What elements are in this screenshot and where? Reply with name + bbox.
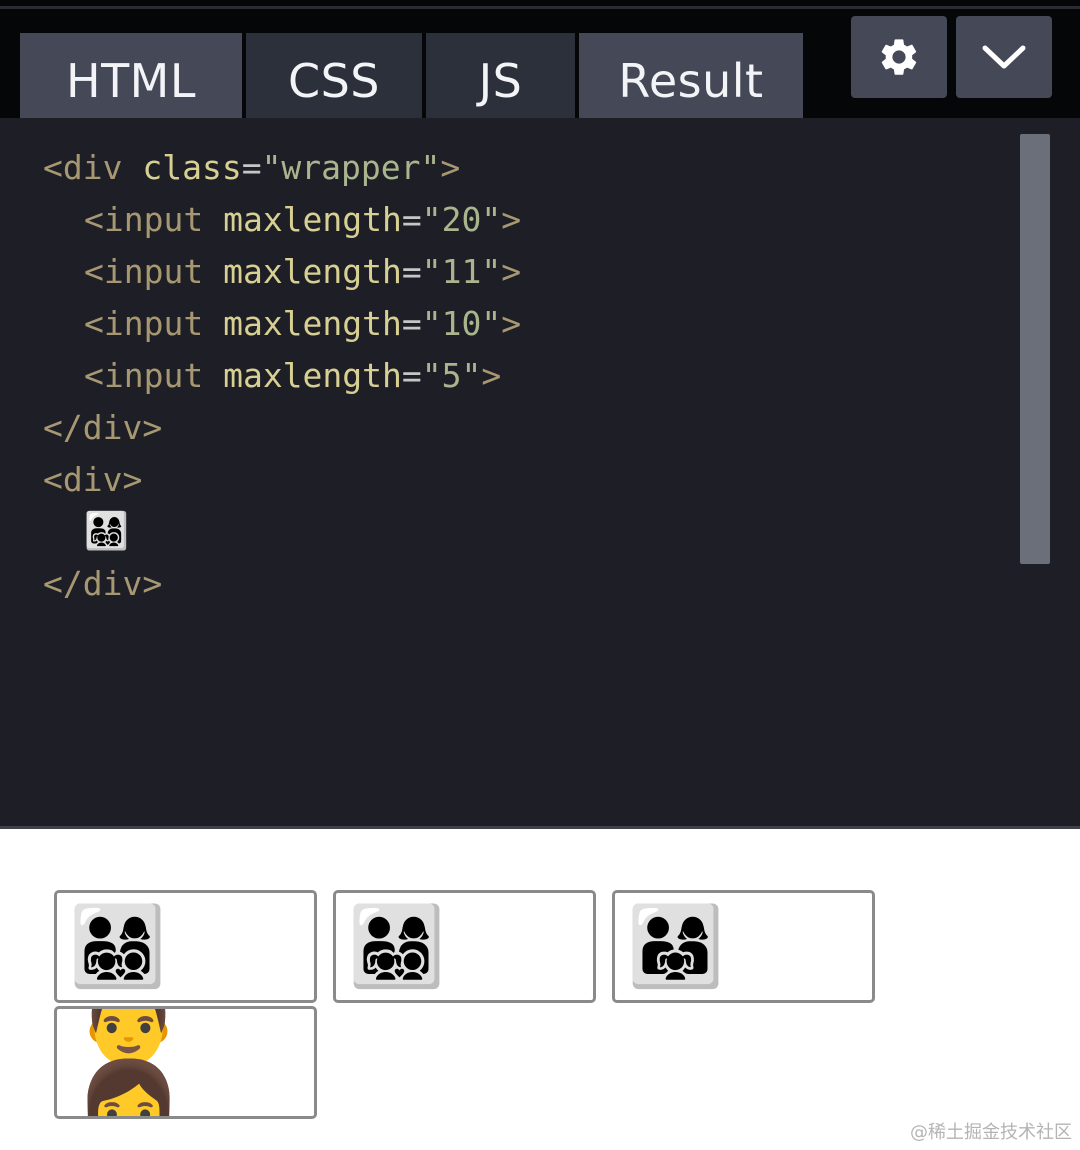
code-tag-close: >	[481, 356, 502, 395]
code-line-7: <div>	[43, 460, 143, 499]
top-divider	[0, 6, 1080, 9]
code-eq: =	[401, 304, 422, 343]
tab-js[interactable]: JS	[426, 33, 575, 128]
code-tag-close: >	[440, 148, 461, 187]
code-string: "5"	[421, 356, 482, 395]
code-editor[interactable]: <div class="wrapper"> <input maxlength="…	[0, 118, 1080, 828]
code-attr: maxlength	[223, 304, 402, 343]
code-tag-close: >	[501, 200, 522, 239]
chevron-down-icon	[982, 45, 1026, 69]
code-eq: =	[401, 200, 422, 239]
code-attr: maxlength	[223, 200, 402, 239]
code-eq: =	[241, 148, 262, 187]
code-line-8: 👨‍👩‍👧‍👦	[84, 511, 129, 552]
code-line-6: </div>	[43, 408, 163, 447]
code-eq: =	[401, 356, 422, 395]
tab-result[interactable]: Result	[579, 33, 803, 128]
settings-button[interactable]	[851, 16, 947, 98]
result-input-1[interactable]: 👨‍👩‍👧‍👦	[54, 890, 317, 1003]
code-line-2: <input maxlength="20">	[84, 194, 521, 246]
result-input-4[interactable]: 👨👩	[54, 1006, 317, 1119]
tab-css[interactable]: CSS	[246, 33, 422, 128]
result-input-2[interactable]: 👨‍👩‍👧‍👦	[333, 890, 596, 1003]
code-attr: maxlength	[223, 252, 402, 291]
code-line-4: <input maxlength="10">	[84, 298, 521, 350]
watermark: @稀土掘金技术社区	[910, 1122, 1072, 1143]
code-tag: <input	[84, 200, 224, 239]
code-eq: =	[401, 252, 422, 291]
code-attr: maxlength	[223, 356, 402, 395]
code-string: "11"	[421, 252, 502, 291]
code-tag-close: >	[501, 304, 522, 343]
code-string: "20"	[421, 200, 502, 239]
code-attr: class	[142, 148, 242, 187]
code-line-3: <input maxlength="11">	[84, 246, 521, 298]
code-string: "10"	[421, 304, 502, 343]
code-tag: <input	[84, 304, 224, 343]
collapse-button[interactable]	[956, 16, 1052, 98]
codepen-embed: HTML CSS JS Result <div class="wrapper">…	[0, 0, 1080, 1150]
result-pane: 👨‍👩‍👧‍👦 👨‍👩‍👧‍👦 👨‍👩‍👧 👨👩 @稀土掘金技术社区	[0, 829, 1080, 1150]
code-tag: <div	[43, 148, 143, 187]
code-line-5: <input maxlength="5">	[84, 350, 501, 402]
result-input-3[interactable]: 👨‍👩‍👧	[612, 890, 875, 1003]
code-line-1: <div class="wrapper">	[43, 142, 460, 194]
gear-icon	[881, 39, 917, 75]
code-line-9: </div>	[43, 564, 163, 603]
editor-scrollbar[interactable]	[1020, 134, 1050, 564]
editor-toolbar: HTML CSS JS Result	[0, 0, 1080, 128]
code-string: "wrapper"	[261, 148, 441, 187]
code-tag-close: >	[501, 252, 522, 291]
tab-html[interactable]: HTML	[20, 33, 242, 128]
code-tag: <input	[84, 252, 224, 291]
code-tag: <input	[84, 356, 224, 395]
